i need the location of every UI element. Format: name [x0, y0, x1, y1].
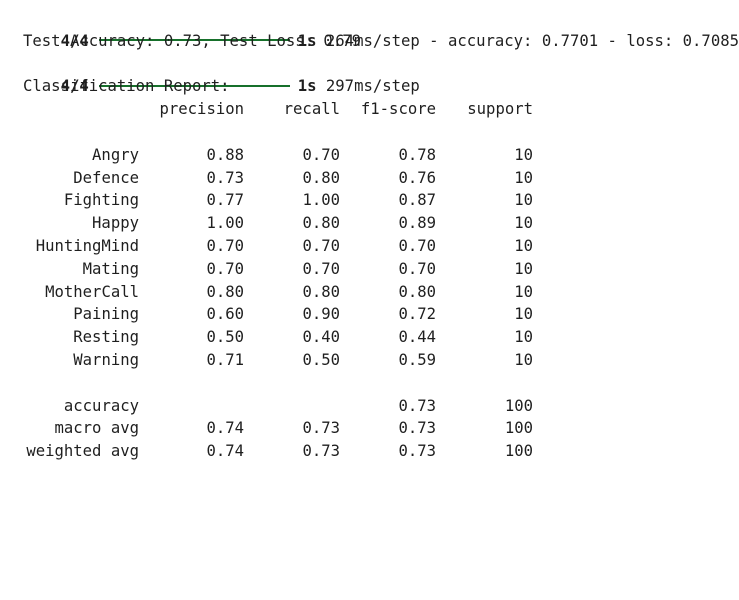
report-row: weighted avg 0.74 0.73 0.73 100 [23, 440, 733, 463]
f1-score-value: 0.70 [398, 236, 436, 255]
row-label: Mating [82, 259, 139, 278]
report-row: accuracy 0.73 100 [23, 395, 733, 418]
progress-line-2: 4/4 1s 297ms/step [23, 53, 733, 95]
report-row: Paining 0.60 0.90 0.72 10 [23, 303, 733, 326]
row-label: weighted avg [26, 442, 139, 461]
recall-value: 0.80 [302, 214, 340, 233]
row-label: Resting [73, 328, 139, 347]
report-row: Mating 0.70 0.70 0.70 10 [23, 258, 733, 281]
header-recall: recall [283, 100, 340, 119]
f1-score-value: 0.73 [398, 396, 436, 415]
support-value: 100 [504, 442, 533, 461]
f1-score-value: 0.80 [398, 282, 436, 301]
precision-value: 0.70 [206, 236, 244, 255]
f1-score-value: 0.59 [398, 350, 436, 369]
f1-score-value: 0.78 [398, 145, 436, 164]
row-label: MotherCall [45, 282, 139, 301]
row-label: Angry [92, 145, 139, 164]
precision-value: 0.70 [206, 259, 244, 278]
support-value: 10 [514, 328, 533, 347]
precision-value: 0.74 [206, 419, 244, 438]
precision-value: 0.60 [206, 305, 244, 324]
report-row: Happy 1.00 0.80 0.89 10 [23, 212, 733, 235]
report-row: macro avg 0.74 0.73 0.73 100 [23, 417, 733, 440]
support-value: 10 [514, 145, 533, 164]
f1-score-value: 0.70 [398, 259, 436, 278]
test-result-line: Test Accuracy: 0.73, Test Loss: 0.79 [23, 31, 361, 50]
f1-score-value: 0.72 [398, 305, 436, 324]
row-label: Paining [73, 305, 139, 324]
f1-score-value: 0.73 [398, 442, 436, 461]
f1-score-value: 0.73 [398, 419, 436, 438]
recall-value: 0.80 [302, 282, 340, 301]
row-label: accuracy [63, 396, 139, 415]
console-output: 4/4 1s 264ms/step - accuracy: 0.7701 - lo… [23, 7, 739, 463]
recall-value: 0.73 [302, 442, 340, 461]
report-row: Resting 0.50 0.40 0.44 10 [23, 326, 733, 349]
report-header-row: precision recall f1-score support [23, 98, 733, 121]
progress-line-1: 4/4 1s 264ms/step - accuracy: 0.7701 - lo… [23, 7, 739, 50]
row-label: HuntingMind [35, 236, 139, 255]
precision-value: 0.73 [206, 168, 244, 187]
header-support: support [467, 100, 533, 119]
row-label: Warning [73, 350, 139, 369]
support-value: 10 [514, 305, 533, 324]
support-value: 10 [514, 236, 533, 255]
recall-value: 0.80 [302, 168, 340, 187]
row-label: Fighting [63, 191, 139, 210]
header-precision: precision [159, 100, 245, 119]
report-title: Classification Report: [23, 77, 230, 96]
header-f1-score: f1-score [360, 100, 436, 119]
precision-value: 0.50 [206, 328, 244, 347]
recall-value: 0.70 [302, 145, 340, 164]
support-value: 10 [514, 191, 533, 210]
support-value: 10 [514, 350, 533, 369]
support-value: 100 [504, 396, 533, 415]
row-label: Happy [92, 214, 139, 233]
support-value: 10 [514, 282, 533, 301]
row-label: macro avg [54, 419, 140, 438]
class-rows: Angry 0.88 0.70 0.78 10 Defence 0.73 0.8… [23, 144, 733, 372]
recall-value: 0.50 [302, 350, 340, 369]
precision-value: 0.88 [206, 145, 244, 164]
precision-value: 1.00 [206, 214, 244, 233]
report-row: HuntingMind 0.70 0.70 0.70 10 [23, 235, 733, 258]
support-value: 100 [504, 419, 533, 438]
report-row: Defence 0.73 0.80 0.76 10 [23, 167, 733, 190]
f1-score-value: 0.44 [398, 328, 436, 347]
report-row: MotherCall 0.80 0.80 0.80 10 [23, 281, 733, 304]
precision-value: 0.71 [206, 350, 244, 369]
report-row: Angry 0.88 0.70 0.78 10 [23, 144, 733, 167]
recall-value: 0.73 [302, 419, 340, 438]
f1-score-value: 0.76 [398, 168, 436, 187]
report-row: Fighting 0.77 1.00 0.87 10 [23, 189, 733, 212]
precision-value: 0.77 [206, 191, 244, 210]
support-value: 10 [514, 259, 533, 278]
f1-score-value: 0.87 [398, 191, 436, 210]
recall-value: 0.70 [302, 236, 340, 255]
f1-score-value: 0.89 [398, 214, 436, 233]
recall-value: 0.90 [302, 305, 340, 324]
support-value: 10 [514, 168, 533, 187]
recall-value: 1.00 [302, 191, 340, 210]
recall-value: 0.70 [302, 259, 340, 278]
precision-value: 0.80 [206, 282, 244, 301]
report-row: Warning 0.71 0.50 0.59 10 [23, 349, 733, 372]
summary-rows: accuracy 0.73 100 macro avg 0.74 0.73 0.… [23, 395, 733, 463]
precision-value: 0.74 [206, 442, 244, 461]
recall-value: 0.40 [302, 328, 340, 347]
row-label: Defence [73, 168, 139, 187]
support-value: 10 [514, 214, 533, 233]
